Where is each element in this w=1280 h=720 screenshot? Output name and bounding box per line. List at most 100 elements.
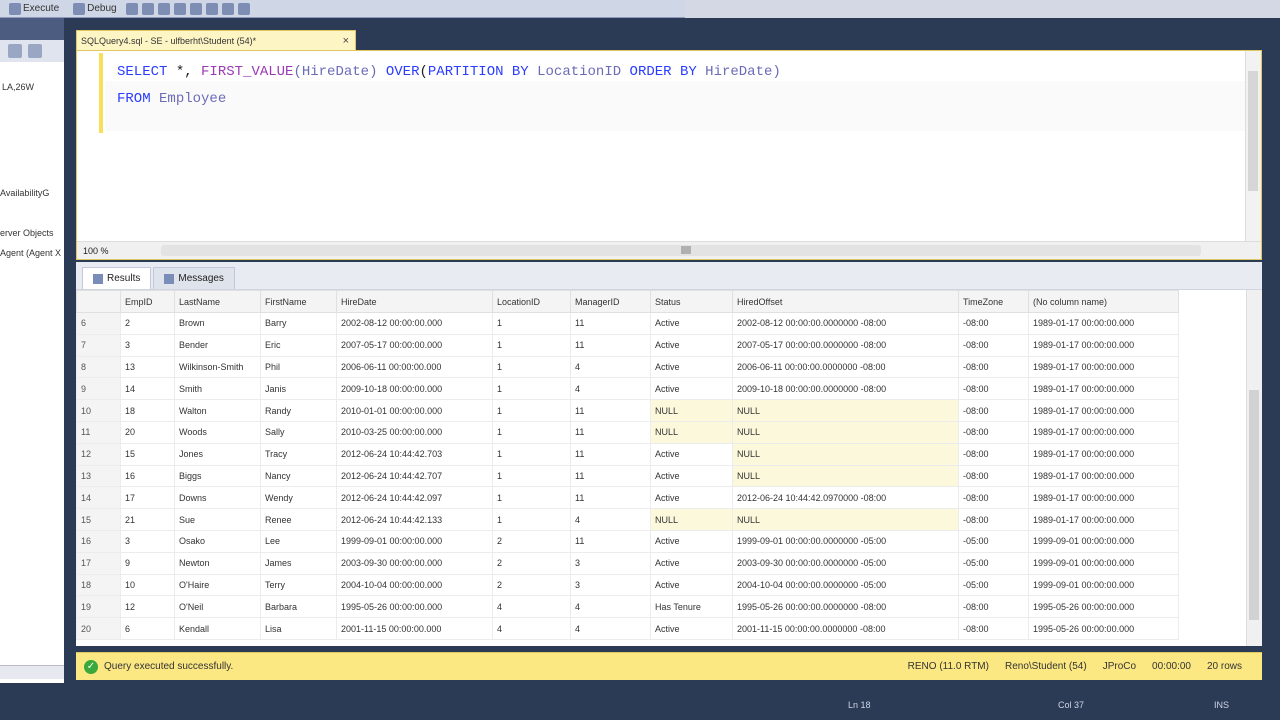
- table-row[interactable]: 7 3 Bender Eric 2007-05-17 00:00:00.000 1 11 Ac…: [76, 333, 1179, 357]
- grid-cell[interactable]: 1989-01-17 00:00:00.000: [1028, 355, 1179, 379]
- grid-cell[interactable]: 2010-03-25 00:00:00.000: [336, 420, 493, 444]
- grid-cell[interactable]: 1995-05-26 00:00:00.000: [1028, 595, 1179, 619]
- grid-cell[interactable]: 1999-09-01 00:00:00.0000000 -05:00: [732, 529, 959, 553]
- server-node[interactable]: LA,26W: [2, 82, 34, 92]
- grid-cell[interactable]: Osako: [174, 529, 261, 553]
- grid-cell[interactable]: 2007-05-17 00:00:00.000: [336, 333, 493, 357]
- table-row[interactable]: 13 16 Biggs Nancy 2012-06-24 10:44:42.707 1 11…: [76, 464, 1179, 488]
- grid-cell[interactable]: Active: [650, 312, 733, 335]
- grid-cell[interactable]: 1: [492, 399, 571, 422]
- grid-cell[interactable]: 2003-09-30 00:00:00.000: [336, 551, 493, 575]
- grid-cell[interactable]: -05:00: [958, 551, 1029, 575]
- grid-cell[interactable]: 3: [570, 573, 651, 597]
- grid-cell[interactable]: 2003-09-30 00:00:00.0000000 -05:00: [732, 551, 959, 575]
- refresh-icon[interactable]: [28, 44, 42, 58]
- grid-cell[interactable]: Downs: [174, 486, 261, 510]
- grid-cell[interactable]: 6: [120, 617, 175, 640]
- grid-cell[interactable]: 20: [120, 420, 175, 444]
- grid-cell[interactable]: 1: [492, 464, 571, 488]
- grid-cell[interactable]: Active: [650, 355, 733, 379]
- grid-cell[interactable]: 2010-01-01 00:00:00.000: [336, 399, 493, 422]
- grid-cell[interactable]: 15: [120, 442, 175, 466]
- grid-cell[interactable]: 1: [492, 442, 571, 466]
- grid-cell[interactable]: 18: [120, 399, 175, 422]
- grid-cell[interactable]: 9: [120, 551, 175, 575]
- row-number[interactable]: 16: [76, 529, 121, 553]
- grid-cell[interactable]: 2012-06-24 10:44:42.097: [336, 486, 493, 510]
- grid-cell[interactable]: 11: [570, 312, 651, 335]
- grid-cell[interactable]: 1999-09-01 00:00:00.000: [1028, 551, 1179, 575]
- grid-cell[interactable]: Sally: [260, 420, 337, 444]
- grid-cell[interactable]: -08:00: [958, 508, 1029, 531]
- row-number[interactable]: 8: [76, 355, 121, 379]
- grid-cell[interactable]: -08:00: [958, 486, 1029, 510]
- grid-cell[interactable]: Eric: [260, 333, 337, 357]
- row-number[interactable]: 6: [76, 312, 121, 335]
- grid-cell[interactable]: 11: [570, 333, 651, 357]
- grid-cell[interactable]: James: [260, 551, 337, 575]
- grid-cell[interactable]: -08:00: [958, 442, 1029, 466]
- column-header[interactable]: HireDate: [336, 290, 493, 313]
- debug-button[interactable]: Debug: [68, 2, 121, 16]
- grid-cell[interactable]: Active: [650, 551, 733, 575]
- query-editor[interactable]: SELECT *, FIRST_VALUE(HireDate) OVER(PAR…: [76, 50, 1262, 260]
- grid-cell[interactable]: 10: [120, 573, 175, 597]
- tab-results[interactable]: Results: [82, 267, 152, 289]
- results-grid[interactable]: EmpID LastName FirstName HireDate LocationID…: [76, 290, 1262, 646]
- tree-item[interactable]: AvailabilityG: [0, 188, 49, 198]
- grid-cell[interactable]: Smith: [174, 377, 261, 401]
- grid-vscrollbar[interactable]: [1246, 290, 1262, 646]
- grid-cell[interactable]: 11: [570, 464, 651, 488]
- grid-cell[interactable]: -08:00: [958, 333, 1029, 357]
- table-row[interactable]: 17 9 Newton James 2003-09-30 00:00:00.000 2 3 A…: [76, 551, 1179, 575]
- table-row[interactable]: 9 14 Smith Janis 2009-10-18 00:00:00.000 1 4 Ac…: [76, 377, 1179, 401]
- grid-cell[interactable]: Kendall: [174, 617, 261, 640]
- column-header[interactable]: ManagerID: [570, 290, 651, 313]
- grid-cell[interactable]: 2012-06-24 10:44:42.133: [336, 508, 493, 531]
- grid-cell[interactable]: Barbara: [260, 595, 337, 619]
- grid-cell[interactable]: 1: [492, 377, 571, 401]
- editor-vscroll-thumb[interactable]: [1248, 71, 1258, 191]
- column-header[interactable]: TimeZone: [958, 290, 1029, 313]
- column-header[interactable]: FirstName: [260, 290, 337, 313]
- connect-icon[interactable]: [8, 44, 22, 58]
- grid-cell[interactable]: 1989-01-17 00:00:00.000: [1028, 333, 1179, 357]
- grid-cell[interactable]: Renee: [260, 508, 337, 531]
- grid-cell[interactable]: Active: [650, 573, 733, 597]
- column-header[interactable]: (No column name): [1028, 290, 1179, 313]
- grid-cell[interactable]: O'Neil: [174, 595, 261, 619]
- grid-cell[interactable]: Brown: [174, 312, 261, 335]
- grid-cell[interactable]: 1999-09-01 00:00:00.000: [336, 529, 493, 553]
- grid-cell[interactable]: Lee: [260, 529, 337, 553]
- table-row[interactable]: 12 15 Jones Tracy 2012-06-24 10:44:42.703 1 11…: [76, 442, 1179, 466]
- grid-cell[interactable]: 1989-01-17 00:00:00.000: [1028, 312, 1179, 335]
- grid-cell[interactable]: NULL: [732, 420, 959, 444]
- grid-cell[interactable]: 2001-11-15 00:00:00.000: [336, 617, 493, 640]
- grid-cell[interactable]: 1999-09-01 00:00:00.000: [1028, 529, 1179, 553]
- row-number[interactable]: 19: [76, 595, 121, 619]
- grid-cell[interactable]: -08:00: [958, 617, 1029, 640]
- grid-cell[interactable]: 2006-06-11 00:00:00.000: [336, 355, 493, 379]
- close-tab-icon[interactable]: ×: [343, 35, 349, 47]
- grid-cell[interactable]: 4: [492, 617, 571, 640]
- grid-cell[interactable]: 1: [492, 486, 571, 510]
- grid-cell[interactable]: O'Haire: [174, 573, 261, 597]
- grid-cell[interactable]: Active: [650, 486, 733, 510]
- grid-cell[interactable]: 1995-05-26 00:00:00.000: [1028, 617, 1179, 640]
- grid-cell[interactable]: 1: [492, 508, 571, 531]
- query-document-tab[interactable]: SQLQuery4.sql - SE - ulfberht\Student (5…: [76, 30, 356, 50]
- zoom-select[interactable]: 100 %: [83, 246, 109, 256]
- execute-button[interactable]: Execute: [4, 2, 64, 16]
- row-number[interactable]: 15: [76, 508, 121, 531]
- grid-cell[interactable]: Active: [650, 529, 733, 553]
- table-row[interactable]: 19 12 O'Neil Barbara 1995-05-26 00:00:00.000…: [76, 595, 1179, 619]
- grid-cell[interactable]: Woods: [174, 420, 261, 444]
- grid-cell[interactable]: NULL: [650, 420, 733, 444]
- grid-cell[interactable]: 2009-10-18 00:00:00.000: [336, 377, 493, 401]
- grid-vscroll-thumb[interactable]: [1249, 390, 1259, 620]
- grid-cell[interactable]: -08:00: [958, 595, 1029, 619]
- grid-cell[interactable]: -08:00: [958, 355, 1029, 379]
- grid-cell[interactable]: 14: [120, 377, 175, 401]
- grid-cell[interactable]: 4: [570, 377, 651, 401]
- grid-cell[interactable]: Wilkinson-Smith: [174, 355, 261, 379]
